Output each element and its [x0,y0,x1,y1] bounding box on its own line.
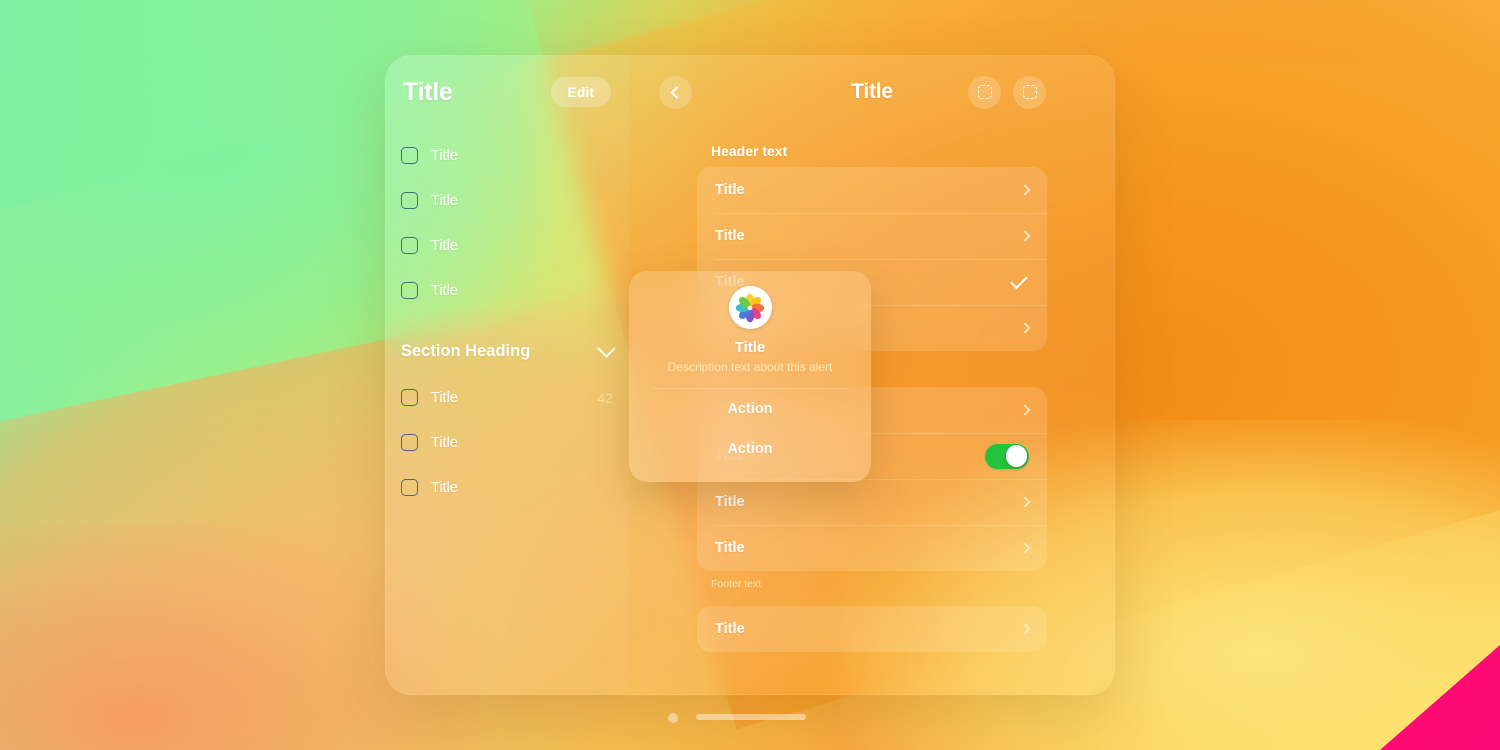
row-accessory [1019,184,1031,196]
sidebar-item-label: Title [431,282,458,299]
alert-icon-container [629,286,871,329]
chevron-right-icon [1019,542,1031,554]
row-accessory [1019,230,1031,242]
toggle-knob [1005,445,1028,467]
back-button[interactable] [659,75,692,109]
sidebar-item-1[interactable]: Title [401,133,613,178]
home-indicator-bar[interactable] [696,714,806,720]
sidebar-list: Title Title Title Title Section Heading … [401,129,616,510]
checkmark-icon [1010,271,1028,289]
table-row[interactable]: Title [697,213,1047,259]
home-indicator-dot [668,713,678,723]
row-accessory [1019,542,1031,554]
placeholder-square-icon [401,389,418,406]
chevron-right-icon [1019,322,1031,334]
toggle-switch[interactable] [985,443,1029,469]
sidebar-section-heading[interactable]: Section Heading [401,327,616,375]
row-accessory [1019,496,1031,508]
chevron-right-icon [1019,230,1031,242]
row-label: Title [715,621,745,637]
row-label: Title [715,182,745,198]
group-footer-text: Footer text [711,578,762,590]
nav-action-button-1[interactable] [968,75,1001,109]
alert-title: Title [734,339,766,356]
alert-dialog: Title Description text about this alert … [629,271,871,482]
sidebar-section-item-1[interactable]: Title 42 [401,375,613,420]
sidebar-item-label: Title [431,479,458,496]
table-row[interactable]: Title [697,479,1047,525]
chevron-right-icon [1019,623,1031,635]
row-accessory [1019,322,1031,334]
page-title: Title [851,80,893,103]
row-accessory [1010,271,1029,289]
chevron-down-icon[interactable] [597,338,616,358]
placeholder-square-icon [1022,85,1037,99]
placeholder-square-icon [401,192,418,209]
placeholder-square-icon [977,85,992,99]
sidebar-item-label: Title [431,389,458,406]
edit-button[interactable]: Edit [550,77,611,107]
chevron-left-icon [670,85,684,99]
chevron-right-icon [1019,496,1031,508]
group-header-text: Header text [711,143,788,159]
sidebar-section-item-3[interactable]: Title [401,465,613,510]
sidebar-item-label: Title [431,237,458,254]
sidebar-item-badge: 42 [597,389,613,406]
placeholder-square-icon [401,479,418,496]
sidebar-item-label: Title [431,192,458,209]
settings-group-3: Title [697,606,1047,652]
sidebar-item-label: Title [431,434,458,451]
row-accessory [1019,623,1031,635]
placeholder-square-icon [401,237,418,254]
row-label: Title [715,228,745,244]
alert-description: Description text about this alert [667,360,833,374]
row-label: Title [715,494,745,510]
nav-action-button-2[interactable] [1013,75,1046,109]
placeholder-square-icon [401,147,418,164]
sidebar-item-2[interactable]: Title [401,178,613,223]
table-row[interactable]: Title [697,525,1047,571]
chevron-right-icon [1019,184,1031,196]
table-row[interactable]: Title [697,606,1047,652]
sidebar: Title Edit Title Title Title Title Secti… [385,55,629,695]
chevron-right-icon [1019,404,1031,416]
row-label: Title [715,540,745,556]
alert-action-button-2[interactable]: Action [629,429,871,469]
sidebar-item-3[interactable]: Title [401,223,613,268]
row-accessory [1019,404,1031,416]
placeholder-square-icon [401,434,418,451]
sidebar-item-4[interactable]: Title [401,268,613,313]
sidebar-header: Title Edit [401,55,613,129]
sidebar-item-label: Title [431,147,458,164]
sidebar-title: Title [403,77,453,106]
navigation-bar: Title [659,55,1047,129]
row-accessory [985,443,1029,469]
sidebar-section-label: Section Heading [401,341,531,360]
photos-app-icon [728,286,772,329]
sidebar-section-item-2[interactable]: Title [401,420,613,465]
alert-action-button-1[interactable]: Action [629,389,871,429]
placeholder-square-icon [401,282,418,299]
table-row[interactable]: Title [697,167,1047,213]
